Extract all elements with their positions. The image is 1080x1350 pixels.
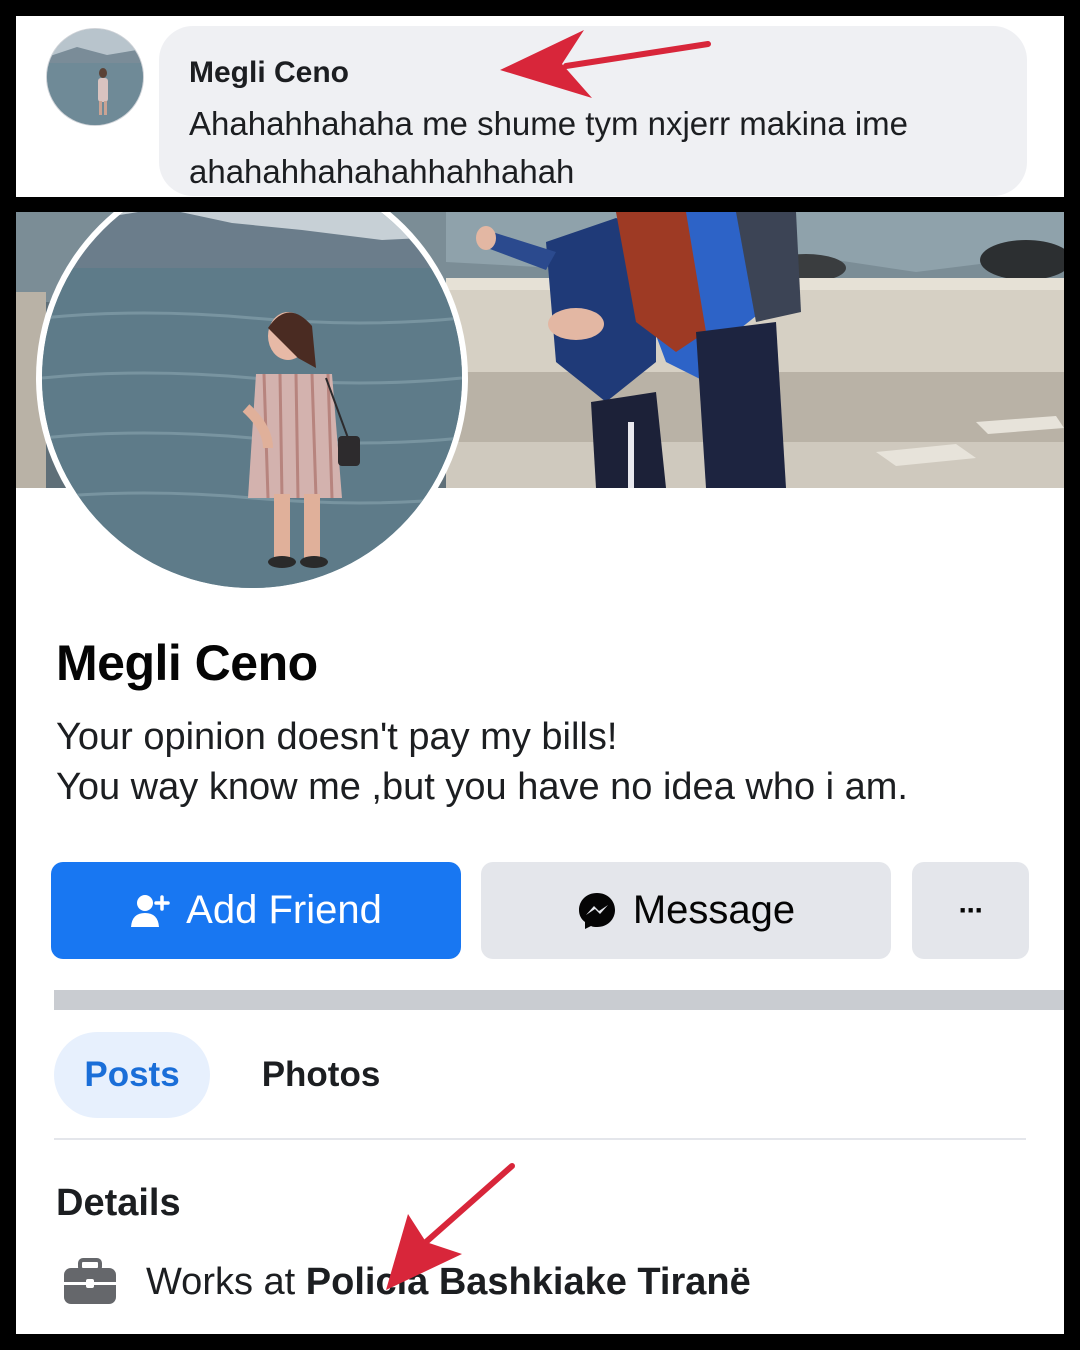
commenter-avatar[interactable]: [46, 28, 144, 126]
work-detail-row[interactable]: Works at Policia Bashkiake Tiranë: [62, 1258, 751, 1306]
tab-posts[interactable]: Posts: [54, 1032, 210, 1118]
comment-text: Ahahahhahaha me shume tym nxjerr makina …: [189, 105, 909, 190]
comment-bubble: Megli Ceno Ahahahhahaha me shume tym nxj…: [159, 26, 1027, 196]
profile-bio: Your opinion doesn't pay my bills! You w…: [56, 712, 908, 812]
profile-panel: Megli Ceno Your opinion doesn't pay my b…: [16, 212, 1064, 1334]
work-place[interactable]: Policia Bashkiake Tiranë: [306, 1261, 751, 1304]
details-heading: Details: [56, 1182, 181, 1224]
section-divider: [16, 990, 1064, 1010]
comment-panel: Megli Ceno Ahahahhahaha me shume tym nxj…: [16, 16, 1064, 197]
add-friend-label: Add Friend: [186, 888, 382, 932]
avatar-photo: [47, 29, 143, 125]
profile-name: Megli Ceno: [56, 635, 318, 691]
tab-photos[interactable]: Photos: [226, 1032, 416, 1118]
add-friend-button[interactable]: Add Friend: [51, 862, 461, 959]
bio-line-1: Your opinion doesn't pay my bills!: [56, 716, 618, 758]
more-options-button[interactable]: ···: [912, 862, 1029, 959]
comment-author[interactable]: Megli Ceno: [189, 56, 349, 90]
briefcase-icon: [62, 1258, 118, 1306]
add-friend-icon: [130, 893, 170, 929]
tabs-divider: [54, 1138, 1026, 1140]
work-prefix: Works at: [146, 1260, 306, 1303]
message-button[interactable]: Message: [481, 862, 891, 959]
messenger-icon: [577, 891, 617, 931]
more-icon: ···: [958, 893, 985, 927]
bio-line-2: You way know me ,but you have no idea wh…: [56, 766, 908, 808]
message-label: Message: [632, 888, 796, 932]
